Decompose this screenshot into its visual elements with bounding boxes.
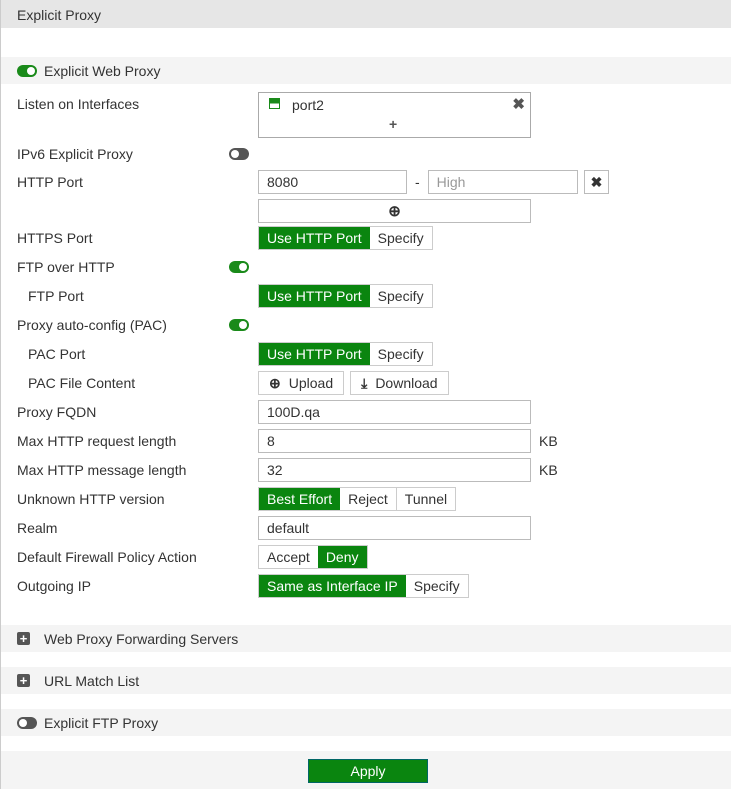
https-specify[interactable]: Specify [370, 227, 432, 249]
ftp-port-label: FTP Port [28, 288, 84, 304]
plus-circle-icon: ⊕ [388, 203, 401, 220]
max-message-label: Max HTTP message length [17, 462, 187, 478]
page-title: Explicit Proxy [1, 0, 731, 28]
apply-button[interactable]: Apply [308, 759, 428, 783]
best-effort-option[interactable]: Best Effort [259, 488, 341, 510]
upload-icon: ⊕ [269, 374, 281, 391]
download-icon: ⤓ [361, 374, 368, 391]
remove-interface-icon[interactable]: ✖ [512, 95, 525, 113]
outgoing-ip-label: Outgoing IP [17, 578, 91, 594]
pac-use-http-port[interactable]: Use HTTP Port [259, 343, 370, 365]
listen-interfaces-field[interactable]: port2 ✖ + [258, 92, 531, 138]
ipv6-label: IPv6 Explicit Proxy [17, 146, 133, 162]
pac-file-label: PAC File Content [28, 375, 136, 391]
ftp-specify[interactable]: Specify [370, 285, 432, 307]
ftp-proxy-toggle[interactable] [17, 716, 37, 729]
add-interface-button[interactable]: + [389, 116, 397, 132]
http-port-input[interactable]: 8080 [258, 170, 407, 194]
pac-toggle[interactable] [229, 319, 249, 331]
fqdn-input[interactable]: 100D.qa [258, 400, 531, 424]
listen-label: Listen on Interfaces [17, 96, 140, 112]
section-url-match-list[interactable]: + URL Match List [1, 667, 731, 694]
http-port-label: HTTP Port [17, 174, 83, 190]
pac-label: Proxy auto-config (PAC) [17, 317, 167, 333]
range-separator: - [415, 174, 420, 190]
ftp-over-http-label: FTP over HTTP [17, 259, 115, 275]
add-port-button[interactable]: ⊕ [258, 199, 531, 223]
unit-label: KB [539, 433, 558, 449]
upload-button[interactable]: ⊕ Upload [258, 371, 345, 395]
realm-input[interactable]: default [258, 516, 531, 540]
section-title: URL Match List [44, 672, 140, 689]
max-request-label: Max HTTP request length [17, 433, 177, 449]
deny-option[interactable]: Deny [317, 546, 367, 568]
pac-port-label: PAC Port [28, 346, 86, 362]
interface-port-icon [269, 98, 280, 109]
section-title: Web Proxy Forwarding Servers [44, 630, 239, 647]
reject-option[interactable]: Reject [340, 488, 397, 510]
download-button[interactable]: ⤓ Download [350, 371, 449, 395]
section-title: Explicit FTP Proxy [44, 714, 159, 731]
same-as-interface-option[interactable]: Same as Interface IP [259, 575, 406, 597]
remove-port-icon[interactable]: ✖ [583, 170, 609, 194]
tunnel-option[interactable]: Tunnel [397, 488, 455, 510]
fqdn-label: Proxy FQDN [17, 404, 97, 420]
https-use-http-port[interactable]: Use HTTP Port [259, 227, 370, 249]
default-action-label: Default Firewall Policy Action [17, 549, 197, 565]
web-proxy-toggle[interactable] [17, 64, 37, 77]
unknown-version-label: Unknown HTTP version [17, 491, 165, 507]
https-port-label: HTTPS Port [17, 230, 93, 246]
accept-option[interactable]: Accept [259, 546, 318, 568]
expand-icon[interactable]: + [17, 674, 30, 687]
outgoing-specify[interactable]: Specify [406, 575, 468, 597]
realm-label: Realm [17, 520, 58, 536]
pac-specify[interactable]: Specify [370, 343, 432, 365]
unit-label: KB [539, 462, 558, 478]
section-explicit-web-proxy: Explicit Web Proxy [1, 57, 731, 84]
max-request-input[interactable]: 8 [258, 429, 531, 453]
section-title: Explicit Web Proxy [44, 62, 161, 79]
expand-icon[interactable]: + [17, 632, 30, 645]
ftp-use-http-port[interactable]: Use HTTP Port [259, 285, 370, 307]
max-message-input[interactable]: 32 [258, 458, 531, 482]
ipv6-toggle[interactable] [229, 148, 249, 160]
ftp-over-http-toggle[interactable] [229, 261, 249, 273]
download-label: Download [375, 375, 438, 391]
section-forwarding-servers[interactable]: + Web Proxy Forwarding Servers [1, 625, 731, 652]
http-port-high-input[interactable]: High [427, 170, 578, 194]
interface-name: port2 [292, 97, 324, 113]
section-explicit-ftp-proxy: Explicit FTP Proxy [1, 709, 731, 736]
upload-label: Upload [288, 375, 334, 391]
